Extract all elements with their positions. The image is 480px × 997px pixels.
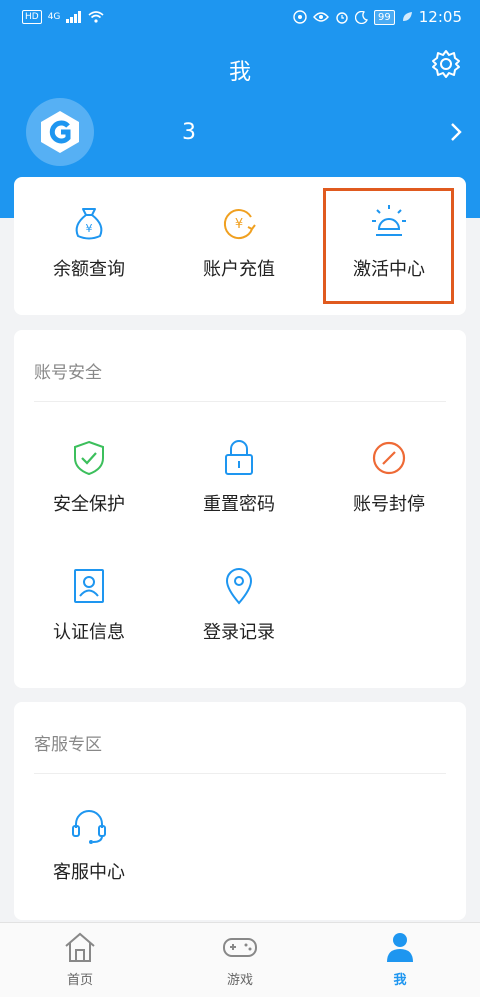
login-record-label: 登录记录	[203, 622, 275, 643]
verification-info-button[interactable]: 认证信息	[14, 566, 164, 644]
status-bar: HD 4G 99 12:05	[0, 0, 480, 36]
ban-icon	[372, 441, 406, 475]
avatar[interactable]	[26, 98, 94, 166]
alarm-icon	[336, 12, 348, 24]
money-bag-icon: ¥	[75, 208, 103, 240]
vibrate-icon	[293, 10, 307, 24]
username[interactable]: 3	[182, 120, 196, 145]
leaf-icon	[402, 12, 412, 21]
service-center-button[interactable]: 客服中心	[14, 806, 164, 884]
network-type: 4G	[47, 12, 61, 22]
customer-service-card: 客服专区 客服中心	[14, 702, 466, 920]
chevron-right-icon[interactable]	[448, 120, 464, 144]
account-recharge-button[interactable]: ¥ 账户充值	[164, 203, 314, 281]
divider	[34, 773, 446, 774]
account-suspend-label: 账号封停	[353, 494, 425, 515]
customer-service-title: 客服专区	[34, 735, 102, 755]
account-security-card: 账号安全 安全保护 重置密码 账号封停 认证信息 登录记录	[14, 330, 466, 688]
app-logo-icon	[41, 111, 79, 153]
account-recharge-label: 账户充值	[203, 259, 275, 280]
balance-query-button[interactable]: ¥ 余额查询	[14, 203, 164, 281]
tab-me[interactable]: 我	[340, 931, 460, 988]
moon-icon	[355, 10, 368, 24]
wifi-icon	[88, 11, 104, 23]
gear-icon[interactable]	[430, 48, 462, 80]
account-security-title: 账号安全	[34, 363, 102, 383]
tab-games[interactable]: 游戏	[180, 931, 300, 988]
location-pin-icon	[225, 568, 253, 605]
user-icon	[387, 933, 413, 962]
eye-icon	[313, 12, 329, 22]
hd-indicator: HD	[22, 10, 42, 24]
svg-text:¥: ¥	[86, 222, 93, 235]
shield-check-icon	[74, 440, 104, 476]
id-card-icon	[74, 569, 104, 603]
signal-icon	[66, 11, 82, 23]
verification-info-label: 认证信息	[53, 622, 125, 643]
balance-query-label: 余额查询	[53, 259, 125, 280]
tab-home[interactable]: 首页	[20, 931, 140, 988]
tab-games-label: 游戏	[226, 973, 253, 988]
bottom-tab-bar: 首页 游戏 我	[0, 922, 480, 997]
battery-level: 99	[374, 9, 395, 25]
svg-text:¥: ¥	[235, 217, 243, 232]
security-protection-button[interactable]: 安全保护	[14, 438, 164, 516]
home-icon	[65, 932, 95, 962]
divider	[34, 401, 446, 402]
tab-me-label: 我	[393, 973, 407, 988]
reset-password-label: 重置密码	[203, 494, 275, 515]
login-record-button[interactable]: 登录记录	[164, 566, 314, 644]
status-time: 12:05	[418, 8, 462, 26]
reset-password-button[interactable]: 重置密码	[164, 438, 314, 516]
activation-center-highlight	[323, 188, 454, 304]
gamepad-icon	[223, 938, 257, 957]
page-title: 我	[228, 60, 251, 85]
account-suspend-button[interactable]: 账号封停	[314, 438, 464, 516]
security-protection-label: 安全保护	[53, 494, 125, 515]
service-center-label: 客服中心	[53, 862, 125, 883]
tab-home-label: 首页	[66, 973, 93, 988]
lock-icon	[225, 440, 253, 475]
headset-icon	[72, 810, 106, 844]
recharge-icon: ¥	[223, 209, 256, 239]
